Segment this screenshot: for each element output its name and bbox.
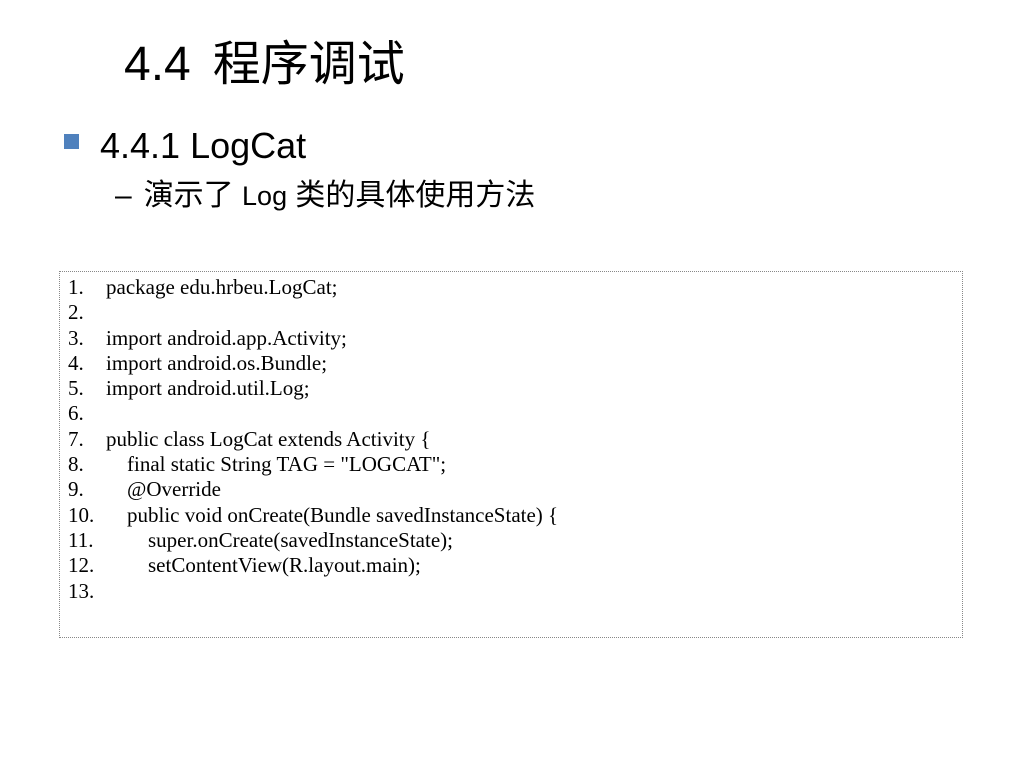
code-line-number: 2.: [68, 300, 84, 325]
bullet-level2-text-latin: Log: [242, 181, 288, 211]
bullet-level2-text: 演示了 Log 类的具体使用方法: [144, 176, 536, 216]
square-bullet-icon: [64, 133, 79, 149]
code-line-number: 9.: [68, 477, 84, 502]
slide-title-text: 程序调试: [212, 38, 405, 91]
code-line-number: 13.: [68, 578, 95, 603]
code-line: 11. super.onCreate(savedInstanceState);: [60, 528, 962, 553]
code-line-number: 10.: [68, 502, 95, 527]
code-line: 2.: [60, 300, 962, 325]
code-line-number: 1.: [68, 275, 84, 299]
code-line-text: super.onCreate(savedInstanceState);: [106, 527, 453, 552]
code-line: 10. public void onCreate(Bundle savedIns…: [60, 503, 962, 528]
code-line: 7. public class LogCat extends Activity {: [60, 427, 962, 452]
code-line-text: final static String TAG = "LOGCAT";: [106, 452, 447, 477]
code-line-text: import android.util.Log;: [106, 376, 310, 401]
code-line: 6.: [60, 401, 962, 426]
bullet-level1: 4.4.1 LogCat: [64, 122, 306, 170]
code-line-text: import android.os.Bundle;: [106, 350, 328, 375]
code-line-text: import android.app.Activity;: [106, 325, 347, 350]
code-line-number: 6.: [68, 401, 84, 426]
code-line: 5. import android.util.Log;: [60, 376, 962, 401]
code-line-text: package edu.hrbeu.LogCat;: [106, 275, 338, 299]
bullet-level2-text-pre: 演示了: [143, 179, 243, 212]
code-line-text: setContentView(R.layout.main);: [106, 553, 421, 578]
code-line: 4. import android.os.Bundle;: [60, 351, 962, 376]
code-line: 8. final static String TAG = "LOGCAT";: [60, 452, 962, 477]
code-line: 9. @Override: [60, 477, 962, 502]
code-line-text: public class LogCat extends Activity {: [106, 426, 431, 451]
code-line: 13.: [60, 579, 962, 604]
code-line: 3. import android.app.Activity;: [60, 326, 962, 351]
code-line-number: 7.: [68, 426, 84, 451]
code-line-number: 5.: [68, 376, 84, 401]
code-line-number: 11.: [68, 527, 94, 552]
dash-bullet-icon: –: [115, 179, 132, 212]
bullet-level1-text: 4.4.1 LogCat: [100, 125, 307, 166]
code-line-number: 8.: [68, 452, 84, 477]
code-line-number: 3.: [68, 325, 84, 350]
code-line: 1. package edu.hrbeu.LogCat;: [60, 275, 962, 300]
code-listing-box: 1. package edu.hrbeu.LogCat; 2. 3. import an…: [59, 271, 963, 638]
code-line-text: @Override: [106, 477, 221, 502]
bullet-level2-text-post: 类的具体使用方法: [287, 179, 536, 212]
slide-title-number: 4.4: [124, 38, 191, 91]
slide-title: 4.4 程序调试: [124, 30, 405, 100]
code-line: 12. setContentView(R.layout.main);: [60, 553, 962, 578]
code-line-number: 4.: [68, 350, 84, 375]
code-line-text: public void onCreate(Bundle savedInstanc…: [106, 502, 559, 527]
code-line-number: 12.: [68, 553, 95, 578]
bullet-level2: – 演示了 Log 类的具体使用方法: [115, 176, 535, 216]
